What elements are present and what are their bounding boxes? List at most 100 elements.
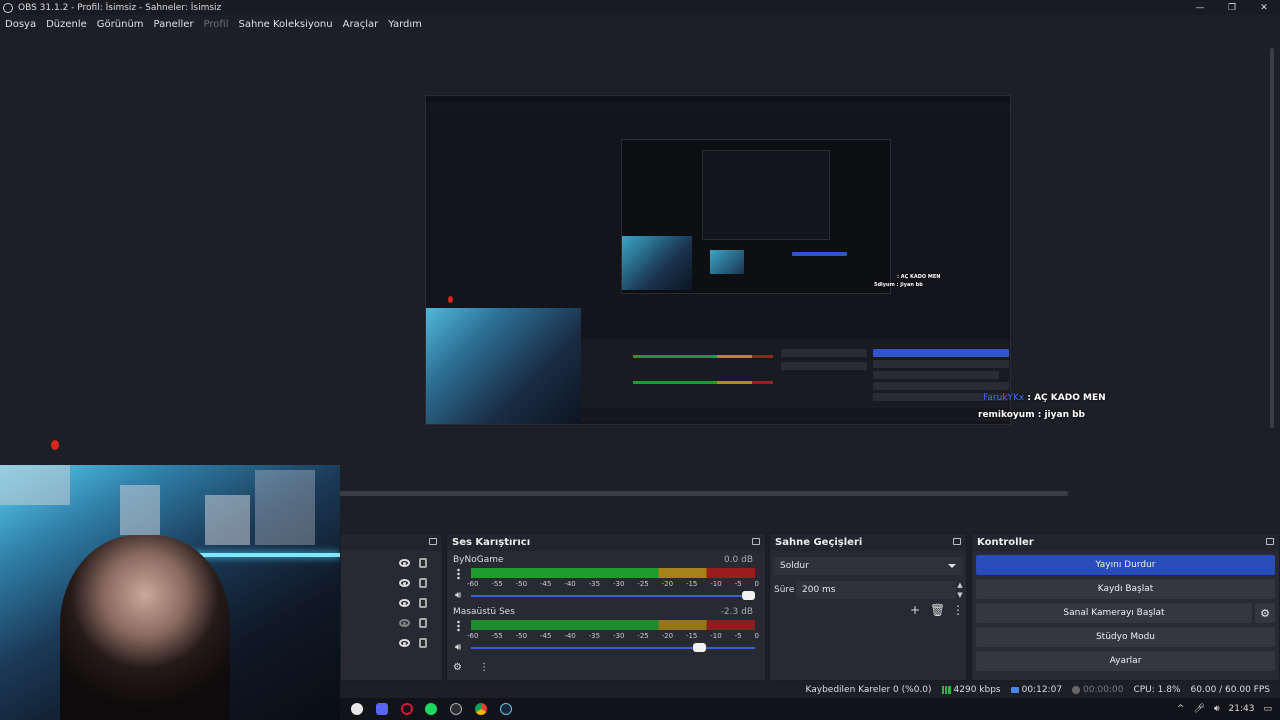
captured-chat-message-1: : AÇ KADO MEN [897, 274, 941, 280]
controls-title: Kontroller [977, 537, 1034, 548]
visibility-eye-icon[interactable] [399, 639, 410, 647]
notification-icon[interactable]: ▭ [1263, 704, 1272, 714]
tick: -35 [588, 580, 601, 588]
menu-sahne-koleksiyonu[interactable]: Sahne Koleksiyonu [239, 19, 333, 30]
tick: -10 [710, 580, 722, 588]
menu-paneller[interactable]: Paneller [154, 19, 194, 30]
start-virtual-camera-button[interactable]: Sanal Kamerayı Başlat [976, 603, 1252, 623]
tick: -10 [710, 632, 722, 640]
advanced-audio-icon[interactable]: ⚙ [453, 662, 462, 673]
preview-horizontal-scrollbar[interactable] [338, 491, 1068, 496]
duration-spinner[interactable]: ▲ ▼ [956, 580, 964, 600]
minimize-button[interactable]: — [1184, 0, 1216, 15]
volume-slider[interactable] [471, 647, 755, 649]
start-recording-button[interactable]: Kaydı Başlat [976, 579, 1275, 599]
speaker-icon[interactable]: 🔊︎ [455, 642, 461, 653]
source-row[interactable] [341, 634, 444, 654]
chevron-up-icon[interactable]: ^ [1177, 704, 1185, 714]
menu-araclar[interactable]: Araçlar [343, 19, 379, 30]
visibility-eye-icon[interactable] [399, 559, 410, 567]
menu-dosya[interactable]: Dosya [5, 19, 36, 30]
webcam-overlay [0, 465, 340, 720]
chrome-icon[interactable] [475, 703, 487, 715]
meter-scale: -60 -55 -50 -45 -40 -35 -30 -25 -20 -15 -10 -5 0 [467, 580, 759, 589]
channel-menu-icon[interactable] [457, 620, 460, 632]
lock-icon[interactable] [419, 638, 427, 648]
menu-yardim[interactable]: Yardım [388, 19, 422, 30]
controls-panel: Kontroller Yayını Durdur Kaydı Başlat Sa… [971, 533, 1280, 681]
duration-input[interactable]: 200 ms [796, 581, 956, 599]
cpu-usage: CPU: 1.8% [1133, 684, 1181, 695]
channel-db: 0.0 dB [723, 555, 753, 565]
lock-icon[interactable] [419, 598, 427, 608]
hidden-eye-icon[interactable] [399, 619, 410, 627]
microphone-icon[interactable]: 🎤︎ [1193, 704, 1204, 714]
tick: -30 [612, 632, 625, 640]
menu-duzenle[interactable]: Düzenle [46, 19, 87, 30]
stream-timer: 00:12:07 [1010, 684, 1063, 695]
captured-virtualcam-button [873, 371, 999, 379]
source-row[interactable] [341, 594, 444, 614]
volume-slider-knob[interactable] [742, 591, 755, 600]
lock-icon[interactable] [419, 558, 427, 568]
close-button[interactable]: ✕ [1248, 0, 1280, 15]
status-bar: Kaybedilen Kareler 0 (%0.0) 4290 kbps 00… [340, 681, 1280, 698]
transition-menu-icon[interactable]: ⋮ [952, 603, 964, 617]
lock-icon[interactable] [419, 618, 427, 628]
spotify-icon[interactable] [425, 703, 437, 715]
wall-poster [0, 465, 70, 505]
virtual-camera-settings-gear-icon[interactable]: ⚙ [1255, 603, 1275, 623]
restore-button[interactable]: ❐ [1216, 0, 1248, 15]
menu-gorunum[interactable]: Görünüm [97, 19, 144, 30]
tick: 0 [754, 580, 759, 588]
undock-icon[interactable] [1266, 538, 1274, 545]
transitions-title: Sahne Geçişleri [775, 537, 863, 548]
visibility-eye-icon[interactable] [399, 599, 410, 607]
volume-slider[interactable] [471, 595, 755, 597]
source-row[interactable] [341, 554, 444, 574]
stop-stream-button[interactable]: Yayını Durdur [976, 555, 1275, 575]
preview-vertical-scrollbar[interactable] [1270, 48, 1274, 428]
tick: -45 [539, 632, 552, 640]
clock[interactable]: 21:43 [1229, 704, 1255, 714]
discord-icon[interactable] [376, 703, 388, 715]
steam-icon[interactable] [500, 703, 512, 715]
volume-slider-knob[interactable] [693, 643, 707, 652]
transition-select[interactable]: Soldur [774, 557, 962, 575]
captured-transition-select [781, 349, 867, 357]
chat-message-1: FarukYKx : AÇ KADO MEN [983, 393, 1106, 403]
obs-icon[interactable] [450, 703, 462, 715]
audio-mixer-title: Ses Karıştırıcı [452, 537, 531, 548]
undock-icon[interactable] [429, 538, 437, 545]
source-row[interactable] [341, 574, 444, 594]
settings-button[interactable]: Ayarlar [976, 651, 1275, 671]
tick: -40 [564, 580, 576, 588]
studio-mode-button[interactable]: Stüdyo Modu [976, 627, 1275, 647]
undock-icon[interactable] [953, 538, 961, 545]
menu-profil: Profil [203, 18, 229, 30]
volume-icon[interactable]: 🔊︎ [1214, 704, 1220, 714]
channel-menu-icon[interactable] [457, 568, 460, 580]
duration-label: Süre [774, 585, 795, 595]
tick: -35 [588, 632, 601, 640]
speaker-icon[interactable]: 🔊︎ [455, 590, 461, 601]
title-bar: OBS 31.1.2 - Profil: İsimsiz - Sahneler:… [0, 0, 1280, 15]
wall-poster [120, 485, 160, 535]
mixer-channel-desktop: Masaüstü Ses -2.3 dB -60 -55 -50 -45 -40 -35-… [447, 607, 765, 659]
menu-bar: Dosya Düzenle Görünüm Paneller Profil Sa… [0, 15, 1280, 33]
record-timer: 00:00:00 [1072, 685, 1123, 695]
opera-icon[interactable] [401, 703, 413, 715]
visibility-eye-icon[interactable] [399, 579, 410, 587]
chat-username-2: remikoyum [978, 410, 1035, 420]
lock-icon[interactable] [419, 578, 427, 588]
undock-icon[interactable] [752, 538, 760, 545]
captured-menu-bar [426, 102, 1010, 110]
mixer-menu-icon[interactable]: ⋮ [479, 662, 489, 673]
source-row[interactable] [341, 614, 444, 634]
sources-panel [340, 533, 443, 681]
add-transition-icon[interactable]: + [910, 603, 920, 617]
trash-icon[interactable]: 🗑︎ [930, 603, 945, 617]
stream-time-value: 00:12:07 [1021, 684, 1063, 695]
controls-header: Kontroller [972, 534, 1279, 551]
unreal-icon[interactable] [351, 703, 363, 715]
